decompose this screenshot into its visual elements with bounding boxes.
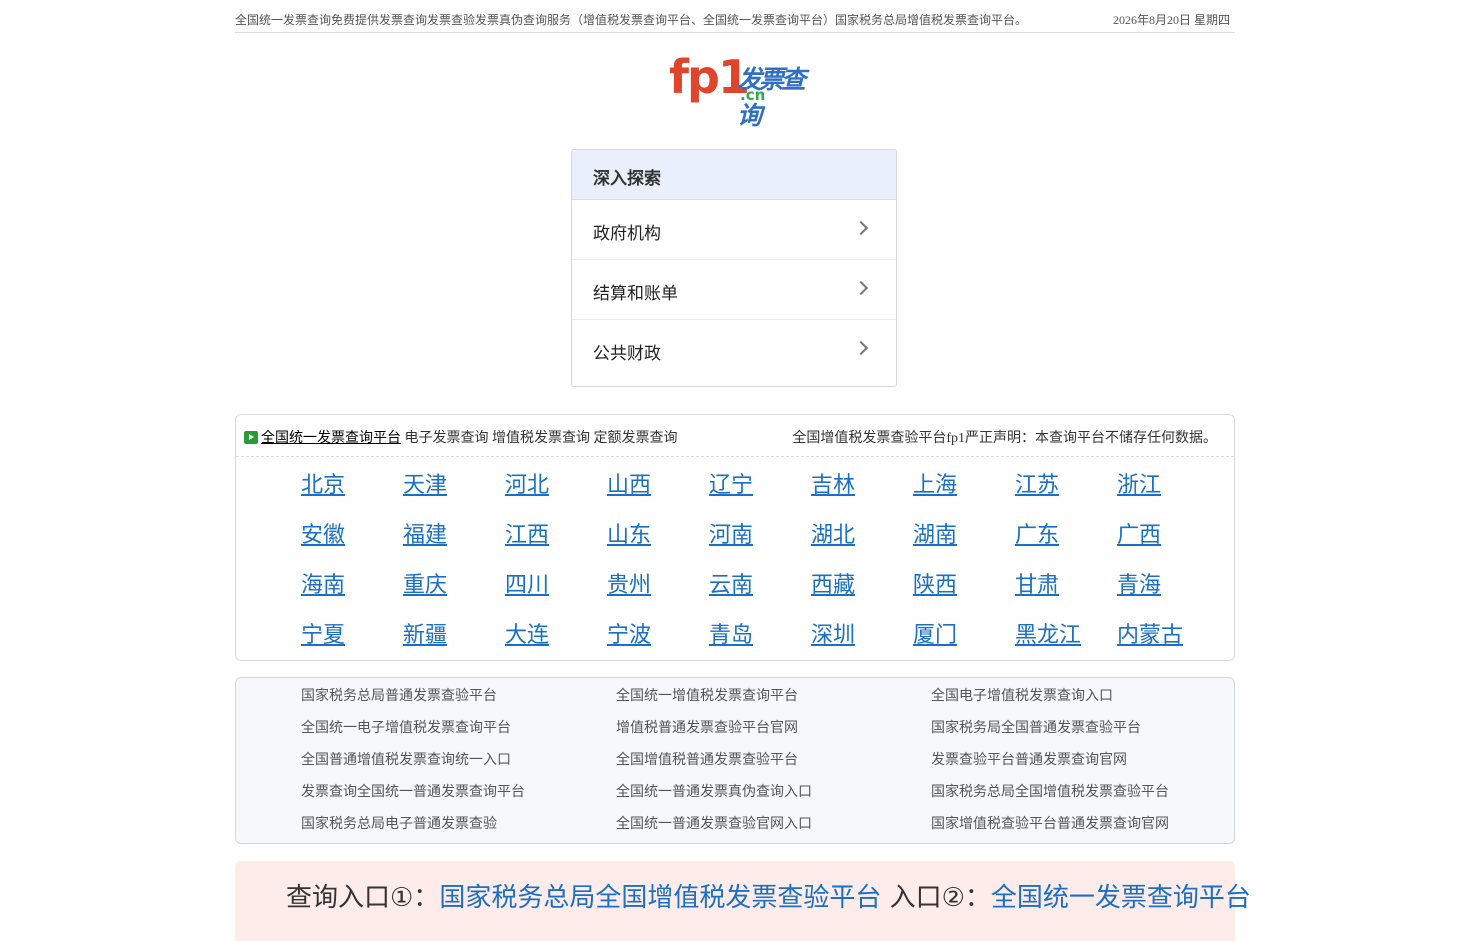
query-link[interactable]: 全国增值税普通发票查验平台 — [616, 749, 798, 769]
explore-item-finance[interactable]: 公共财政 — [572, 320, 896, 380]
platform-link[interactable]: 全国统一发票查询平台 — [261, 431, 401, 446]
region-link[interactable]: 陕西 — [913, 567, 957, 599]
explore-item-label: 政府机构 — [593, 224, 661, 244]
links-panel: 国家税务总局普通发票查验平台 全国统一增值税发票查询平台 全国电子增值税发票查询入口… — [235, 677, 1235, 844]
region-link[interactable]: 安徽 — [301, 517, 345, 549]
entry-label-1: 查询入口①： — [286, 883, 440, 913]
entry-bar: 查询入口①：国家税务总局全国增值税发票查验平台 入口②：全国统一发票查询平台 — [235, 861, 1251, 941]
region-link[interactable]: 四川 — [505, 567, 549, 599]
region-link[interactable]: 湖北 — [811, 517, 855, 549]
play-icon — [244, 431, 258, 444]
region-link[interactable]: 云南 — [709, 567, 753, 599]
query-link[interactable]: 国家税务总局全国增值税发票查验平台 — [931, 781, 1169, 801]
region-link[interactable]: 深圳 — [811, 617, 855, 649]
region-link[interactable]: 新疆 — [403, 617, 447, 649]
regions-panel: 全国统一发票查询平台 电子发票查询 增值税发票查询 定额发票查询 全国增值税发票… — [235, 414, 1235, 661]
explore-heading: 深入探索 — [572, 150, 896, 200]
query-link[interactable]: 全国普通增值税发票查询统一入口 — [301, 749, 511, 769]
current-date: 2026年8月20日 星期四 — [1112, 13, 1230, 27]
top-bar: 全国统一发票查询免费提供发票查询发票查验发票真伪查询服务（增值税发票查询平台、全… — [235, 0, 1235, 33]
region-link[interactable]: 山西 — [607, 467, 651, 499]
logo-suffix: .cn — [740, 86, 766, 104]
region-link[interactable]: 广西 — [1117, 517, 1161, 549]
region-link[interactable]: 宁夏 — [301, 617, 345, 649]
region-link[interactable]: 北京 — [301, 467, 345, 499]
region-link[interactable]: 广东 — [1015, 517, 1059, 549]
query-link[interactable]: 国家税务总局普通发票查验平台 — [301, 685, 497, 705]
site-logo[interactable]: fp1 发票查询 .cn — [669, 50, 809, 130]
region-link[interactable]: 海南 — [301, 567, 345, 599]
region-link[interactable]: 青岛 — [709, 617, 753, 649]
region-link[interactable]: 西藏 — [811, 567, 855, 599]
query-link[interactable]: 发票查询全国统一普通发票查询平台 — [301, 781, 525, 801]
chevron-right-icon — [853, 280, 869, 296]
entry-label-2: 入口②： — [881, 883, 991, 913]
query-link[interactable]: 全国统一增值税发票查询平台 — [616, 685, 798, 705]
region-link[interactable]: 厦门 — [913, 617, 957, 649]
site-description: 全国统一发票查询免费提供发票查询发票查验发票真伪查询服务（增值税发票查询平台、全… — [235, 13, 1028, 27]
region-link[interactable]: 甘肃 — [1015, 567, 1059, 599]
region-link[interactable]: 青海 — [1117, 567, 1161, 599]
query-link[interactable]: 国家增值税查验平台普通发票查询官网 — [931, 813, 1169, 833]
query-link[interactable]: 全国统一电子增值税发票查询平台 — [301, 717, 511, 737]
region-link[interactable]: 江西 — [505, 517, 549, 549]
notice-links-text: 电子发票查询 增值税发票查询 定额发票查询 — [401, 431, 678, 446]
region-link[interactable]: 河北 — [505, 467, 549, 499]
region-link[interactable]: 内蒙古 — [1117, 617, 1183, 649]
region-link[interactable]: 大连 — [505, 617, 549, 649]
query-link[interactable]: 全国统一普通发票真伪查询入口 — [616, 781, 812, 801]
entry-link-2[interactable]: 全国统一发票查询平台 — [991, 883, 1251, 913]
explore-panel: 深入探索 政府机构 结算和账单 公共财政 — [571, 149, 897, 387]
region-link[interactable]: 河南 — [709, 517, 753, 549]
explore-item-government[interactable]: 政府机构 — [572, 200, 896, 260]
explore-item-label: 结算和账单 — [593, 284, 678, 304]
region-link[interactable]: 重庆 — [403, 567, 447, 599]
region-link[interactable]: 天津 — [403, 467, 447, 499]
region-link[interactable]: 吉林 — [811, 467, 855, 499]
explore-item-label: 公共财政 — [593, 344, 661, 364]
entry-link-1[interactable]: 国家税务总局全国增值税发票查验平台 — [439, 883, 881, 913]
query-link[interactable]: 全国电子增值税发票查询入口 — [931, 685, 1113, 705]
entry-line: 查询入口①：国家税务总局全国增值税发票查验平台 入口②：全国统一发票查询平台 — [286, 877, 1251, 914]
region-link[interactable]: 福建 — [403, 517, 447, 549]
notice-bar: 全国统一发票查询平台 电子发票查询 增值税发票查询 定额发票查询 全国增值税发票… — [236, 415, 1234, 457]
region-link[interactable]: 山东 — [607, 517, 651, 549]
chevron-right-icon — [853, 340, 869, 356]
query-link[interactable]: 国家税务局全国普通发票查验平台 — [931, 717, 1141, 737]
region-link[interactable]: 辽宁 — [709, 467, 753, 499]
chevron-right-icon — [853, 220, 869, 236]
query-link[interactable]: 全国统一普通发票查验官网入口 — [616, 813, 812, 833]
region-link[interactable]: 湖南 — [913, 517, 957, 549]
query-link[interactable]: 国家税务总局电子普通发票查验 — [301, 813, 497, 833]
region-link[interactable]: 上海 — [913, 467, 957, 499]
region-link[interactable]: 浙江 — [1117, 467, 1161, 499]
notice-links: 全国统一发票查询平台 电子发票查询 增值税发票查询 定额发票查询 — [261, 427, 678, 447]
region-link[interactable]: 黑龙江 — [1015, 617, 1081, 649]
region-link[interactable]: 宁波 — [607, 617, 651, 649]
query-link[interactable]: 增值税普通发票查验平台官网 — [616, 717, 798, 737]
notice-statement: 全国增值税发票查验平台fp1严正声明：本查询平台不储存任何数据。 — [792, 431, 1217, 446]
region-link[interactable]: 江苏 — [1015, 467, 1059, 499]
query-link[interactable]: 发票查验平台普通发票查询官网 — [931, 749, 1127, 769]
region-link[interactable]: 贵州 — [607, 567, 651, 599]
explore-item-billing[interactable]: 结算和账单 — [572, 260, 896, 320]
